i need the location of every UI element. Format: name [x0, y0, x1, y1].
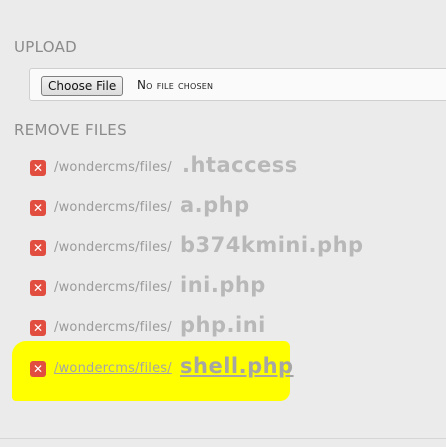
file-name[interactable]: php.ini	[180, 313, 266, 337]
delete-htaccess-button[interactable]: ✕	[30, 160, 46, 176]
files-panel: UPLOAD Choose File No file chosen REMOVE…	[0, 0, 446, 447]
file-path[interactable]: /wondercms/files/	[54, 160, 172, 175]
choose-file-button[interactable]: Choose File	[41, 76, 124, 96]
file-path[interactable]: /wondercms/files/	[54, 240, 172, 255]
no-file-chosen-label: No file chosen	[137, 78, 214, 92]
delete-b374kmini-php-button[interactable]: ✕	[30, 240, 46, 256]
delete-ini-php-button[interactable]: ✕	[30, 280, 46, 296]
file-name[interactable]: shell.php	[180, 354, 294, 378]
divider	[0, 438, 446, 439]
file-name[interactable]: .htaccess	[182, 153, 298, 177]
file-path[interactable]: /wondercms/files/	[54, 320, 172, 335]
file-upload-field[interactable]: Choose File No file chosen	[29, 68, 446, 101]
file-path[interactable]: /wondercms/files/	[54, 280, 172, 295]
file-path[interactable]: /wondercms/files/	[54, 361, 172, 376]
file-name[interactable]: ini.php	[180, 273, 266, 297]
remove-files-heading: REMOVE FILES	[14, 121, 127, 139]
upload-heading: UPLOAD	[14, 38, 78, 56]
delete-a-php-button[interactable]: ✕	[30, 200, 46, 216]
file-name[interactable]: b374kmini.php	[180, 233, 364, 257]
delete-shell-php-button[interactable]: ✕	[30, 361, 46, 377]
file-name[interactable]: a.php	[180, 193, 250, 217]
delete-php-ini-button[interactable]: ✕	[30, 320, 46, 336]
file-path[interactable]: /wondercms/files/	[54, 200, 172, 215]
